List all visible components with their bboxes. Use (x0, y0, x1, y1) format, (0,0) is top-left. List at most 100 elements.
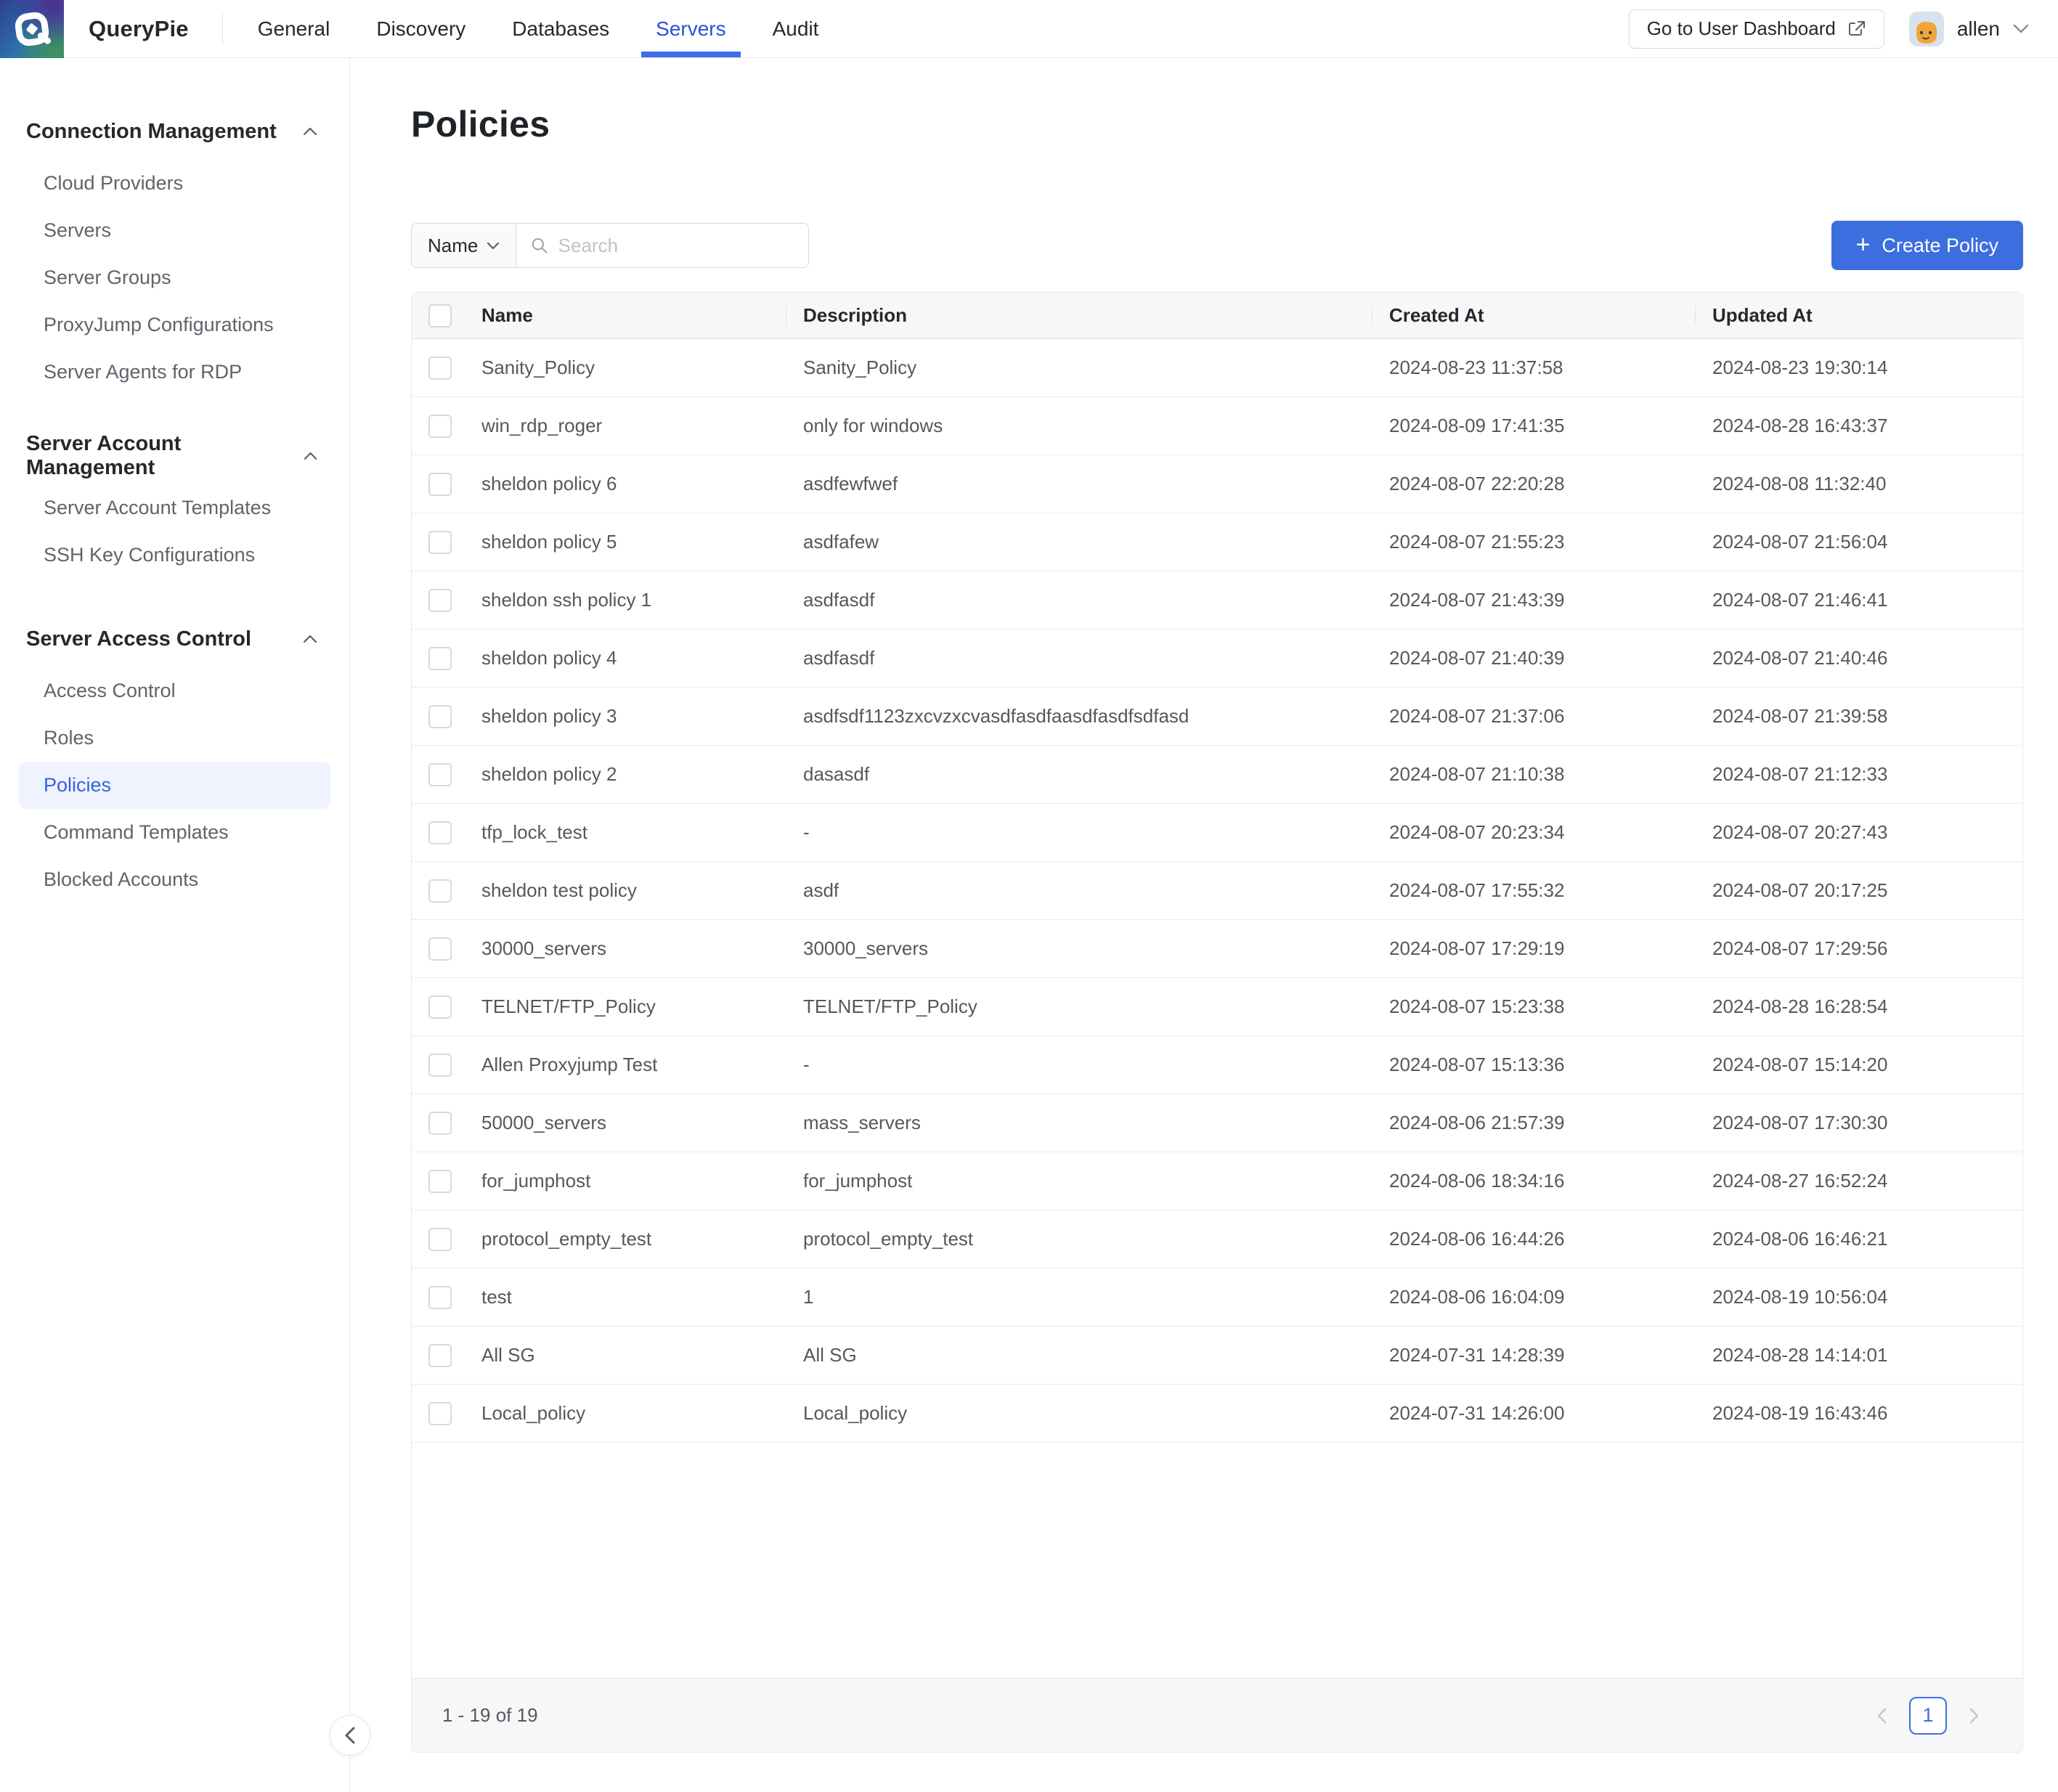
table-row[interactable]: win_rdp_rogeronly for windows2024-08-09 … (412, 397, 2022, 455)
go-to-user-dashboard-label: Go to User Dashboard (1647, 17, 1836, 40)
row-checkbox[interactable] (428, 1286, 452, 1309)
table-row[interactable]: 30000_servers30000_servers2024-08-07 17:… (412, 920, 2022, 978)
previous-page-button[interactable] (1876, 1707, 1887, 1724)
row-checkbox[interactable] (428, 1112, 452, 1135)
sidebar-item-roles[interactable]: Roles (19, 714, 330, 762)
table-row[interactable]: sheldon policy 4asdfasdf2024-08-07 21:40… (412, 630, 2022, 688)
filter-field-select[interactable]: Name (412, 224, 516, 267)
row-checkbox-cell (412, 862, 481, 919)
sidebar-item-server-account-templates[interactable]: Server Account Templates (19, 484, 330, 532)
row-checkbox-cell (412, 1268, 481, 1326)
row-checkbox[interactable] (428, 357, 452, 380)
sidebar-item-cloud-providers[interactable]: Cloud Providers (19, 160, 330, 207)
tab-discovery[interactable]: Discovery (366, 0, 476, 57)
row-checkbox[interactable] (428, 1402, 452, 1425)
sidebar-item-proxyjump-configurations[interactable]: ProxyJump Configurations (19, 301, 330, 349)
policy-description: only for windows (786, 415, 1372, 437)
table-row[interactable]: sheldon policy 6asdfewfwef2024-08-07 22:… (412, 455, 2022, 513)
created-at: 2024-08-23 11:37:58 (1372, 357, 1695, 379)
row-checkbox-cell (412, 746, 481, 803)
row-checkbox[interactable] (428, 1344, 452, 1367)
row-checkbox[interactable] (428, 879, 452, 903)
table-row[interactable]: Local_policyLocal_policy2024-07-31 14:26… (412, 1385, 2022, 1443)
select-all-checkbox[interactable] (428, 304, 452, 327)
created-at: 2024-08-06 18:34:16 (1372, 1170, 1695, 1192)
sidebar-item-access-control[interactable]: Access Control (19, 667, 330, 714)
table-row[interactable]: protocol_empty_testprotocol_empty_test20… (412, 1210, 2022, 1268)
sidebar-section-header-connection-management[interactable]: Connection Management (0, 113, 349, 150)
row-checkbox[interactable] (428, 1170, 452, 1193)
brand-title: QueryPie (89, 16, 189, 42)
table-row[interactable]: sheldon policy 2dasasdf2024-08-07 21:10:… (412, 746, 2022, 804)
sidebar-section-title: Server Account Management (26, 432, 304, 480)
row-checkbox[interactable] (428, 705, 452, 728)
updated-at: 2024-08-19 16:43:46 (1695, 1402, 2022, 1425)
chevron-left-icon (1876, 1707, 1887, 1724)
policy-description: Local_policy (786, 1402, 1372, 1425)
go-to-user-dashboard-button[interactable]: Go to User Dashboard (1629, 9, 1884, 49)
sidebar-item-ssh-key-configurations[interactable]: SSH Key Configurations (19, 532, 330, 579)
row-checkbox[interactable] (428, 647, 452, 670)
policy-name: sheldon policy 4 (481, 647, 786, 669)
next-page-button[interactable] (1969, 1707, 1980, 1724)
updated-at: 2024-08-06 16:46:21 (1695, 1228, 2022, 1250)
updated-at: 2024-08-27 16:52:24 (1695, 1170, 2022, 1192)
sidebar-item-servers[interactable]: Servers (19, 207, 330, 254)
created-at: 2024-08-07 21:40:39 (1372, 647, 1695, 669)
row-checkbox[interactable] (428, 1054, 452, 1077)
table-row[interactable]: Allen Proxyjump Test-2024-08-07 15:13:36… (412, 1036, 2022, 1094)
row-checkbox-cell (412, 688, 481, 745)
updated-at: 2024-08-08 11:32:40 (1695, 473, 2022, 495)
row-checkbox-cell (412, 804, 481, 861)
row-checkbox[interactable] (428, 531, 452, 554)
page-number-button[interactable]: 1 (1909, 1697, 1947, 1735)
table-row[interactable]: Sanity_PolicySanity_Policy2024-08-23 11:… (412, 339, 2022, 397)
row-checkbox[interactable] (428, 937, 452, 961)
sidebar-item-policies[interactable]: Policies (19, 762, 330, 809)
querypie-logo[interactable] (0, 0, 64, 58)
search-box (516, 224, 808, 267)
row-checkbox[interactable] (428, 415, 452, 438)
filter-group: Name (411, 223, 809, 268)
sidebar-item-server-agents-for-rdp[interactable]: Server Agents for RDP (19, 349, 330, 396)
table-row[interactable]: sheldon test policyasdf2024-08-07 17:55:… (412, 862, 2022, 920)
table-row[interactable]: sheldon ssh policy 1asdfasdf2024-08-07 2… (412, 571, 2022, 630)
row-checkbox[interactable] (428, 1228, 452, 1251)
table-row[interactable]: for_jumphostfor_jumphost2024-08-06 18:34… (412, 1152, 2022, 1210)
sidebar-item-blocked-accounts[interactable]: Blocked Accounts (19, 856, 330, 903)
policy-name: TELNET/FTP_Policy (481, 995, 786, 1018)
external-link-icon (1847, 20, 1866, 38)
sidebar-item-server-groups[interactable]: Server Groups (19, 254, 330, 301)
tab-databases[interactable]: Databases (502, 0, 619, 57)
table-row[interactable]: test12024-08-06 16:04:092024-08-19 10:56… (412, 1268, 2022, 1327)
sidebar-item-command-templates[interactable]: Command Templates (19, 809, 330, 856)
policy-name: Allen Proxyjump Test (481, 1054, 786, 1076)
row-checkbox[interactable] (428, 821, 452, 844)
row-checkbox[interactable] (428, 763, 452, 786)
row-checkbox[interactable] (428, 995, 452, 1019)
chevron-up-icon (303, 127, 317, 136)
tab-audit[interactable]: Audit (762, 0, 829, 57)
updated-at: 2024-08-07 17:30:30 (1695, 1112, 2022, 1134)
create-policy-button[interactable]: + Create Policy (1831, 221, 2023, 270)
row-checkbox[interactable] (428, 589, 452, 612)
search-input[interactable] (558, 235, 794, 257)
tab-general[interactable]: General (248, 0, 341, 57)
table-row[interactable]: sheldon policy 3asdfsdf1123zxcvzxcvasdfa… (412, 688, 2022, 746)
sidebar-collapse-button[interactable] (330, 1715, 370, 1756)
row-checkbox[interactable] (428, 473, 452, 496)
table-row[interactable]: 50000_serversmass_servers2024-08-06 21:5… (412, 1094, 2022, 1152)
tab-servers[interactable]: Servers (646, 0, 736, 57)
updated-at: 2024-08-28 14:14:01 (1695, 1344, 2022, 1367)
updated-at: 2024-08-28 16:28:54 (1695, 995, 2022, 1018)
table-row[interactable]: sheldon policy 5asdfafew2024-08-07 21:55… (412, 513, 2022, 571)
row-checkbox-cell (412, 455, 481, 513)
sidebar-section-header-server-access-control[interactable]: Server Access Control (0, 621, 349, 657)
table-row[interactable]: TELNET/FTP_PolicyTELNET/FTP_Policy2024-0… (412, 978, 2022, 1036)
created-at: 2024-08-07 21:37:06 (1372, 705, 1695, 728)
table-row[interactable]: All SGAll SG2024-07-31 14:28:392024-08-2… (412, 1327, 2022, 1385)
sidebar-section-header-server-account-management[interactable]: Server Account Management (0, 438, 349, 474)
user-menu[interactable]: allen (1909, 12, 2029, 46)
table-row[interactable]: tfp_lock_test-2024-08-07 20:23:342024-08… (412, 804, 2022, 862)
policy-name: sheldon test policy (481, 879, 786, 902)
